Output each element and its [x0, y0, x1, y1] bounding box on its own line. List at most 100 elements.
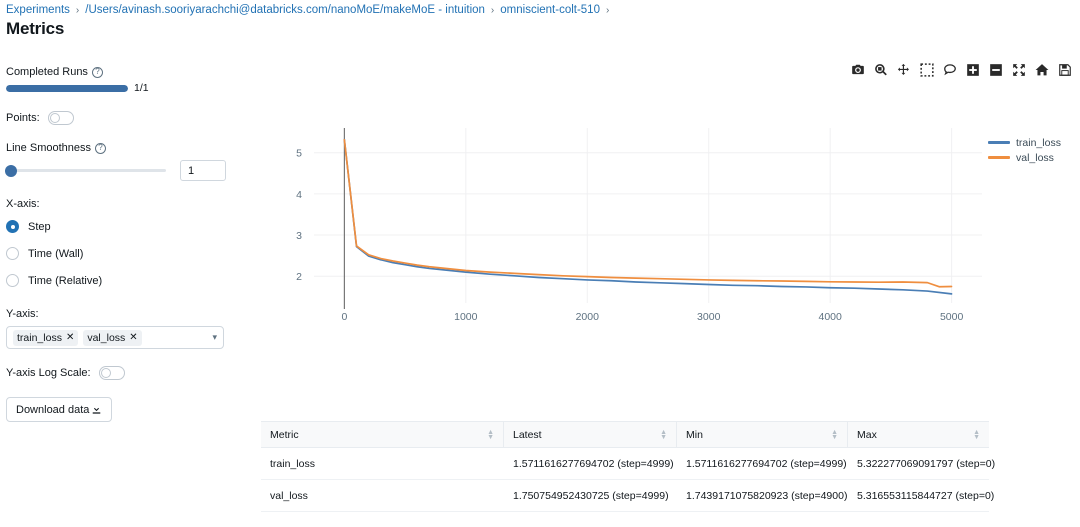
x-axis-option-step[interactable]: Step — [6, 216, 236, 237]
table-cell-latest: 1.750754952430725 (step=4999) — [504, 490, 677, 502]
zoom-out-icon[interactable] — [989, 63, 1003, 77]
completed-runs-progress-bar — [6, 85, 128, 92]
svg-text:4: 4 — [296, 189, 302, 201]
x-axis-option-step-label: Step — [28, 221, 51, 233]
completed-runs-control: Completed Runs ? 1/1 — [6, 66, 236, 94]
svg-text:1000: 1000 — [454, 311, 478, 323]
download-data-button[interactable]: Download data — [6, 397, 112, 422]
breadcrumb-separator-icon: › — [491, 5, 494, 16]
svg-text:5000: 5000 — [940, 311, 964, 323]
breadcrumb-separator-icon: › — [606, 5, 609, 16]
points-control: Points: — [6, 111, 236, 125]
y-axis-log-scale-control: Y-axis Log Scale: — [6, 366, 236, 380]
chevron-down-icon[interactable]: ▾ — [212, 332, 217, 343]
y-axis-control: Y-axis: train_loss ✕ val_loss ✕ ▾ — [6, 308, 236, 349]
table-header-metric[interactable]: Metric ▲▼ — [261, 422, 504, 447]
chart-canvas[interactable]: 2345010002000300040005000 — [262, 120, 992, 335]
zoom-in-icon[interactable] — [966, 63, 980, 77]
table-row[interactable]: val_loss 1.750754952430725 (step=4999) 1… — [261, 480, 989, 512]
y-axis-pill-val-loss-label: val_loss — [87, 332, 125, 344]
autoscale-icon[interactable] — [1012, 63, 1026, 77]
line-smoothness-label: Line Smoothness — [6, 142, 91, 154]
table-header-max[interactable]: Max ▲▼ — [848, 422, 989, 447]
table-cell-min: 1.7439171075820923 (step=4900) — [677, 490, 848, 502]
x-axis-option-time-relative-label: Time (Relative) — [28, 275, 102, 287]
breadcrumb-item-experiments[interactable]: Experiments — [6, 4, 70, 16]
table-row[interactable]: train_loss 1.5711616277694702 (step=4999… — [261, 448, 989, 480]
help-circle-icon[interactable]: ? — [95, 143, 106, 154]
svg-text:2: 2 — [296, 271, 302, 283]
radio-time-relative-icon[interactable] — [6, 274, 19, 287]
points-label: Points: — [6, 112, 40, 124]
svg-text:5: 5 — [296, 148, 302, 160]
sort-arrows-icon[interactable]: ▲▼ — [660, 430, 667, 440]
completed-runs-progress-row: 1/1 — [6, 82, 236, 94]
metrics-line-chart[interactable]: 2345010002000300040005000 — [262, 120, 992, 335]
y-axis-multiselect[interactable]: train_loss ✕ val_loss ✕ ▾ — [6, 326, 224, 349]
table-cell-max: 5.322277069091797 (step=0) — [848, 458, 989, 470]
completed-runs-progress-fill — [6, 85, 128, 92]
svg-text:0: 0 — [341, 311, 347, 323]
table-header-metric-label: Metric — [270, 429, 299, 441]
radio-step-icon[interactable] — [6, 220, 19, 233]
completed-runs-count: 1/1 — [134, 82, 149, 94]
points-toggle[interactable] — [48, 111, 74, 125]
line-smoothness-label-row: Line Smoothness ? — [6, 142, 236, 154]
table-header-min[interactable]: Min ▲▼ — [677, 422, 848, 447]
lasso-select-icon[interactable] — [943, 63, 957, 77]
table-header-row: Metric ▲▼ Latest ▲▼ Min ▲▼ Max ▲▼ — [261, 421, 989, 448]
table-cell-latest: 1.5711616277694702 (step=4999) — [504, 458, 677, 470]
svg-text:3: 3 — [296, 230, 302, 242]
download-data-row: Download data — [6, 397, 236, 422]
box-select-icon[interactable] — [920, 63, 934, 77]
completed-runs-label-row: Completed Runs ? — [6, 66, 236, 78]
download-data-label: Download data — [16, 404, 89, 416]
y-axis-log-scale-toggle-knob — [101, 368, 111, 378]
sort-arrows-icon[interactable]: ▲▼ — [973, 430, 980, 440]
y-axis-pill-train-loss[interactable]: train_loss ✕ — [13, 330, 78, 346]
table-header-latest[interactable]: Latest ▲▼ — [504, 422, 677, 447]
completed-runs-label: Completed Runs — [6, 66, 88, 78]
x-axis-label: X-axis: — [6, 198, 236, 210]
breadcrumb-item-run[interactable]: omniscient-colt-510 — [500, 4, 600, 16]
sort-arrows-icon[interactable]: ▲▼ — [487, 430, 494, 440]
y-axis-pill-train-loss-label: train_loss — [17, 332, 62, 344]
breadcrumb: Experiments › /Users/avinash.sooriyarach… — [6, 4, 609, 16]
close-x-icon[interactable]: ✕ — [66, 332, 74, 343]
pan-icon[interactable] — [897, 63, 911, 77]
legend-label-train-loss: train_loss — [1016, 137, 1061, 149]
table-header-max-label: Max — [857, 429, 877, 441]
line-smoothness-slider-thumb[interactable] — [5, 165, 17, 177]
y-axis-label: Y-axis: — [6, 308, 236, 320]
y-axis-log-scale-label: Y-axis Log Scale: — [6, 367, 91, 379]
svg-text:3000: 3000 — [697, 311, 721, 323]
page-title: Metrics — [6, 19, 64, 39]
plot-modebar — [851, 63, 1072, 77]
y-axis-log-scale-toggle[interactable] — [99, 366, 125, 380]
table-cell-min: 1.5711616277694702 (step=4999) — [677, 458, 848, 470]
y-axis-pill-val-loss[interactable]: val_loss ✕ — [83, 330, 141, 346]
legend-swatch-train-loss — [988, 141, 1010, 144]
legend-item-val-loss[interactable]: val_loss — [988, 150, 1078, 165]
table-cell-metric: val_loss — [261, 490, 504, 502]
legend-item-train-loss[interactable]: train_loss — [988, 135, 1078, 150]
metrics-table: Metric ▲▼ Latest ▲▼ Min ▲▼ Max ▲▼ train_… — [261, 421, 989, 512]
x-axis-option-time-relative[interactable]: Time (Relative) — [6, 270, 236, 291]
line-smoothness-slider[interactable] — [6, 169, 166, 172]
sort-arrows-icon[interactable]: ▲▼ — [831, 430, 838, 440]
chart-controls-panel: Completed Runs ? 1/1 Points: Line Smooth… — [6, 66, 236, 422]
line-smoothness-input[interactable]: 1 — [180, 160, 226, 181]
download-icon — [91, 404, 102, 415]
help-circle-icon[interactable]: ? — [92, 67, 103, 78]
points-toggle-knob — [50, 113, 60, 123]
breadcrumb-item-path[interactable]: /Users/avinash.sooriyarachchi@databricks… — [85, 4, 485, 16]
reset-axes-home-icon[interactable] — [1035, 63, 1049, 77]
table-header-latest-label: Latest — [513, 429, 542, 441]
close-x-icon[interactable]: ✕ — [129, 332, 137, 343]
camera-icon[interactable] — [851, 63, 865, 77]
x-axis-control: X-axis: Step Time (Wall) Time (Relative) — [6, 198, 236, 291]
x-axis-option-time-wall[interactable]: Time (Wall) — [6, 243, 236, 264]
zoom-icon[interactable] — [874, 63, 888, 77]
save-disk-icon[interactable] — [1058, 63, 1072, 77]
radio-time-wall-icon[interactable] — [6, 247, 19, 260]
